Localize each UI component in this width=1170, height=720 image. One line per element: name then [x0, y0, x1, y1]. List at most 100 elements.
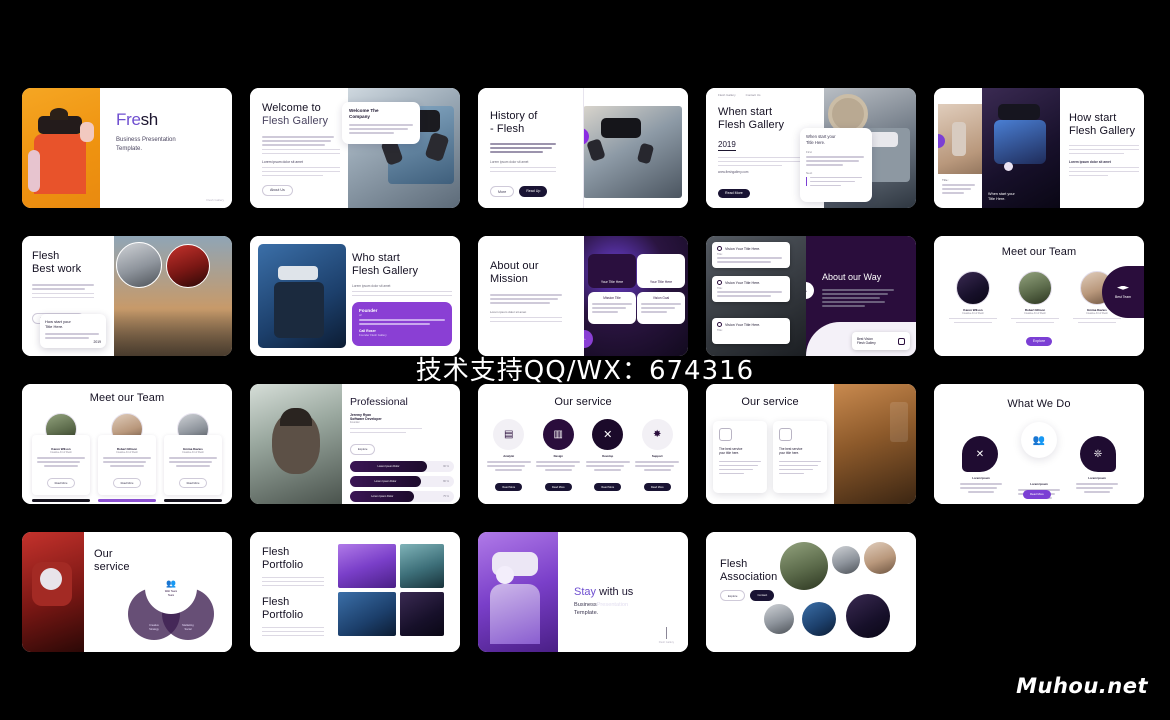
slide-professional[interactable]: Professional Jeremy Ryan Software Develo… — [250, 384, 460, 504]
assoc-image[interactable] — [846, 594, 890, 638]
when-start-button[interactable]: Read More — [718, 188, 750, 198]
slide-our-service-icons[interactable]: Our service ▤ Analytic Read More ▥ Desig… — [478, 384, 688, 504]
professional-meta: Founder — [350, 421, 360, 424]
how-start-image-right: When start your Title Here. — [982, 88, 1060, 208]
welcome-card[interactable]: Welcome The Company — [342, 102, 420, 144]
service-item[interactable]: ▤ Analytic Read More — [486, 419, 531, 493]
slide-meet-team-1[interactable]: Meet our Team Karen Wilson Creative Art … — [934, 236, 1144, 356]
assoc-image[interactable] — [764, 604, 794, 634]
slide-best-work[interactable]: Flesh Best work The best product you Wil… — [22, 236, 232, 356]
history-button-primary[interactable]: Read Up — [519, 186, 548, 197]
about-mission-card-1[interactable]: Your Title Here — [588, 254, 636, 288]
when-start-card[interactable]: When start your Title Here. First Next — [800, 128, 872, 202]
meet-team-2-body: Meet our Team Karen Wilson Creative Art … — [22, 384, 232, 504]
meet-team-1-button[interactable]: Explore — [1025, 336, 1053, 346]
slide-when-start[interactable]: Flesh Gallery Contact Us When start Fles… — [706, 88, 916, 208]
slide-how-start[interactable]: Title : When start your Title Here. How … — [934, 88, 1144, 208]
venn-top[interactable]: 👥 Web Team Team — [145, 562, 197, 614]
about-mission-card-4[interactable]: Vision Goal — [637, 292, 685, 324]
service-card[interactable]: The best service your title here. — [713, 421, 767, 493]
portfolio-image[interactable] — [400, 592, 444, 636]
team-card[interactable]: Robert Ellison Creative Art of Flesh Rea… — [98, 413, 156, 502]
professional-button[interactable]: Explore — [350, 443, 376, 455]
assoc-image[interactable] — [802, 602, 836, 636]
about-our-way-item-2[interactable]: Vision Your Title Here. Title : — [712, 276, 790, 302]
about-mission-card-2[interactable]: Your Title Here — [637, 254, 685, 288]
how-start-section-label: Lorem ipsum dolor sit amet — [1069, 160, 1111, 164]
check-icon — [717, 322, 722, 327]
slide-who-start[interactable]: Who start Flesh Gallery Lorem ipsum dolo… — [250, 236, 460, 356]
welcome-section-label: Lorem ipsum dolor sit amet — [262, 159, 303, 164]
about-our-way-arrow-icon[interactable]: → — [806, 282, 814, 299]
about-mission-image: Your Title Here Your Title Here Mission … — [584, 236, 688, 356]
our-service-venn-body: Our service Creative Strategy Marketing … — [84, 532, 232, 652]
history-body — [490, 143, 556, 153]
service-item[interactable]: ✕ Develop Read More — [585, 419, 630, 493]
team-icon: 👥 — [166, 579, 176, 589]
service-item[interactable]: ✸ Support Read More — [635, 419, 680, 493]
who-start-text: Who start Flesh Gallery Lorem ipsum dolo… — [348, 236, 460, 356]
meet-team-1-body: Meet our Team Karen Wilson Creative Art … — [934, 236, 1144, 356]
assoc-image[interactable] — [780, 542, 828, 590]
layers-icon — [1117, 285, 1129, 290]
slide-meet-team-2[interactable]: Meet our Team Karen Wilson Creative Art … — [22, 384, 232, 504]
history-button-secondary[interactable]: More — [490, 186, 515, 197]
cover-image — [22, 88, 100, 208]
what-we-do-blob-center[interactable]: 👥 — [1021, 422, 1057, 458]
assoc-image[interactable] — [832, 546, 860, 574]
slide-welcome[interactable]: Welcome to Flesh Gallery Lorem ipsum dol… — [250, 88, 460, 208]
who-start-card[interactable]: Founder of Call Roser Founder Flesh Gall… — [352, 302, 452, 346]
about-mission-card-3[interactable]: Mission Title — [588, 292, 636, 324]
slide-cover[interactable]: Fresh Business Presentation Template. Fl… — [22, 88, 232, 208]
cover-subtitle-2: Template. — [116, 145, 143, 152]
team-card[interactable]: Emma Davies Creative Art of Flesh Read M… — [164, 413, 222, 502]
history-title-1: History of — [490, 110, 538, 122]
who-start-title-2: Flesh Gallery — [352, 265, 419, 277]
cover-footnote: Flesh Gallery — [206, 198, 224, 202]
flesh-assoc-button-secondary[interactable]: Explore — [720, 590, 746, 601]
slide-flesh-association[interactable]: Flesh Association Explore Contact — [706, 532, 916, 652]
slide-our-service-venn[interactable]: Our service Creative Strategy Marketing … — [22, 532, 232, 652]
about-our-way-badge[interactable]: Best Vision Flesh Gallery — [852, 332, 910, 350]
best-work-card-value: 2019 — [93, 340, 101, 344]
stay-with-us-image — [478, 532, 558, 652]
best-work-card[interactable]: How start your Title Here. 2019 — [40, 314, 106, 348]
about-mission-arrow-icon[interactable]: → — [584, 330, 593, 348]
assoc-image[interactable] — [864, 542, 896, 574]
best-work-card-title-2: Title Here. — [45, 324, 64, 329]
team-card[interactable]: Karen Wilson Creative Art of Flesh Read … — [32, 413, 90, 502]
when-start-nav-left[interactable]: Flesh Gallery — [718, 93, 736, 97]
team-member[interactable]: Robert Ellison Creative Art of Flesh — [1011, 271, 1059, 323]
flesh-assoc-button-primary[interactable]: Contact — [750, 590, 775, 601]
what-we-do-blob-right[interactable]: ❊ — [1080, 436, 1116, 472]
service-card[interactable]: The best service your title here. — [773, 421, 827, 493]
when-start-nav-right[interactable]: Contact Us — [746, 93, 761, 97]
slide-about-our-way[interactable]: Vision Your Title Here. Title : Vision Y… — [706, 236, 916, 356]
what-we-do-blob-left[interactable]: ✕ — [962, 436, 998, 472]
portfolio-image[interactable] — [338, 592, 396, 636]
welcome-title-2: Flesh Gallery — [262, 115, 329, 127]
slide-what-we-do[interactable]: What We Do ✕ ❊ 👥 Lorem Ipsum Lorem Ipsum — [934, 384, 1144, 504]
meet-team-2-title: Meet our Team — [89, 392, 165, 404]
portfolio-title-2b: Portfolio — [262, 609, 304, 621]
welcome-button[interactable]: About Us — [262, 178, 293, 196]
service-item[interactable]: ▥ Design Read More — [536, 419, 581, 493]
about-our-way-item-3[interactable]: Vision Your Title Here. Title : — [712, 318, 790, 344]
bulb-icon: ✸ — [653, 429, 662, 440]
portfolio-image[interactable] — [400, 544, 444, 588]
welcome-body — [262, 136, 334, 146]
slide-stay-with-us[interactable]: Stay with us BusinessPresentation Templa… — [478, 532, 688, 652]
slide-portfolio[interactable]: Flesh Portfolio Flesh Portfolio — [250, 532, 460, 652]
stay-title-rest: with us — [596, 586, 634, 598]
team-member[interactable]: Karen Wilson Creative Art of Flesh — [949, 271, 997, 323]
portfolio-image[interactable] — [338, 544, 396, 588]
welcome-title-1: Welcome to — [262, 102, 321, 114]
what-we-do-button[interactable]: Read More — [1023, 482, 1051, 500]
slide-about-mission[interactable]: About our Mission Lorem ipsum dolor sit … — [478, 236, 688, 356]
who-start-card-sub: of — [359, 313, 362, 317]
about-our-way-item-1[interactable]: Vision Your Title Here. Title : — [712, 242, 790, 268]
slide-history[interactable]: History of - Flesh Lorem ipsum dolor sit… — [478, 88, 688, 208]
check-square-icon — [898, 337, 905, 345]
when-start-card-sub-2: Next — [806, 170, 813, 175]
slide-our-service-cards[interactable]: Our service The best service your title … — [706, 384, 916, 504]
